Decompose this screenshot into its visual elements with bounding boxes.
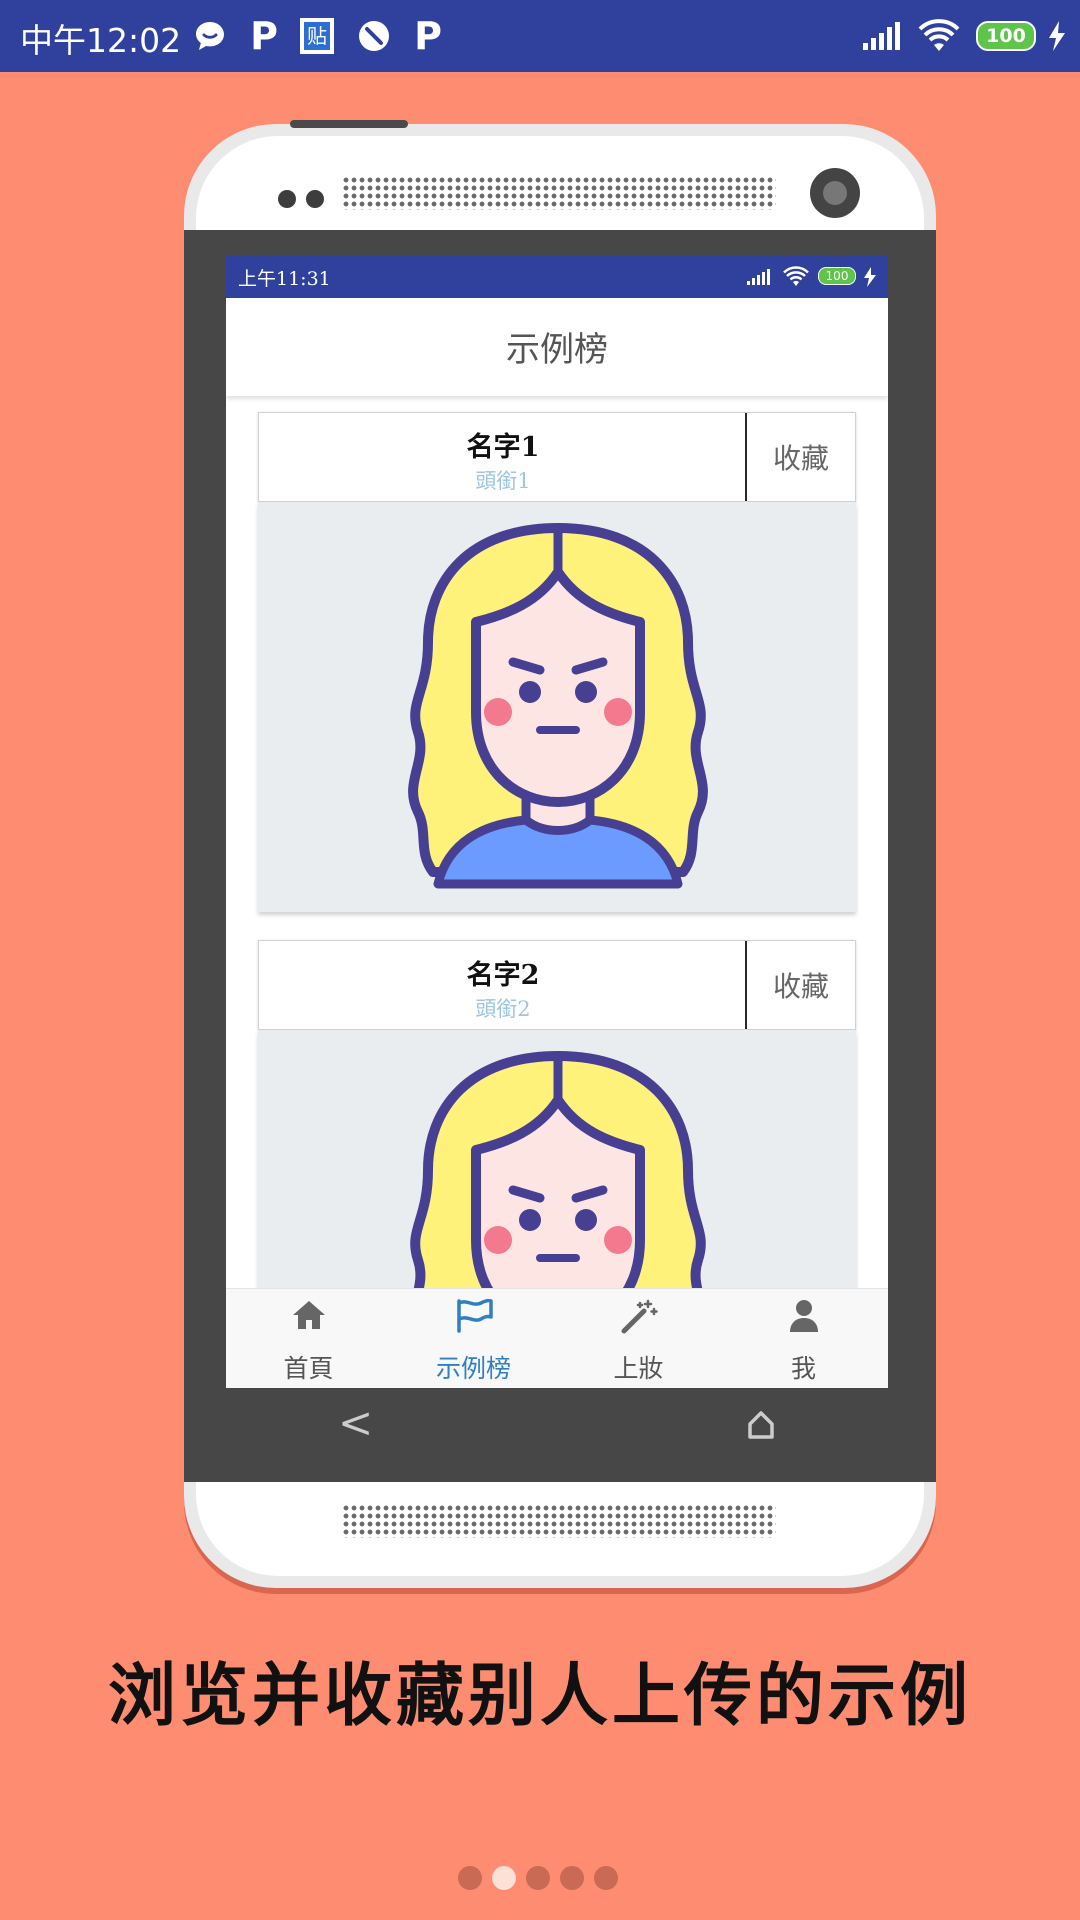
page-dot[interactable] — [526, 1866, 550, 1890]
battery-icon: 100 — [976, 14, 1036, 58]
signal-icon — [746, 268, 772, 290]
tieba-icon: 贴 — [298, 14, 336, 58]
status-time: 中午12:02 — [20, 21, 182, 60]
user-icon — [721, 1299, 886, 1339]
p-app-icon: P — [250, 14, 278, 58]
device-status-bar: 中午12:02 P 贴 P 100 — [0, 0, 1080, 72]
magic-wand-icon — [556, 1299, 721, 1339]
avatar-illustration — [408, 523, 708, 889]
signal-icon — [860, 14, 904, 58]
back-key[interactable]: < — [338, 1398, 373, 1447]
page-title: 示例榜 — [506, 330, 608, 370]
wifi-icon — [782, 266, 810, 292]
phone-screen: 上午11:31 100 示例榜 名字1 頭銜1 收藏 名字2 頭銜2 收藏 首頁… — [226, 256, 888, 1388]
navigation-keys: < — [226, 1388, 888, 1468]
card-header: 名字1 頭銜1 收藏 — [258, 412, 856, 502]
p-app-icon-2: P — [414, 14, 442, 58]
wifi-icon — [916, 14, 962, 58]
favorite-button[interactable]: 收藏 — [747, 941, 855, 1029]
app-header: 示例榜 — [226, 298, 888, 396]
sensor-dot — [306, 190, 324, 208]
charging-icon — [1044, 14, 1070, 58]
nav-item-examples[interactable]: 示例榜 — [391, 1289, 556, 1388]
top-speaker-grille — [342, 176, 776, 210]
page-indicator — [458, 1866, 618, 1892]
phone-top-button — [290, 120, 408, 128]
feature-caption: 浏览并收藏别人上传的示例 — [107, 1657, 972, 1736]
card-name: 名字1 — [466, 432, 540, 463]
sensor-dot — [278, 190, 296, 208]
page-dot[interactable] — [560, 1866, 584, 1890]
app-status-bar: 上午11:31 100 — [226, 256, 888, 298]
card-image[interactable] — [258, 502, 856, 912]
nav-label: 示例榜 — [435, 1354, 511, 1383]
nav-label: 首頁 — [283, 1354, 334, 1383]
bottom-speaker-grille — [342, 1504, 776, 1538]
card-subtitle: 頭銜1 — [475, 469, 531, 493]
nav-item-home[interactable]: 首頁 — [226, 1289, 391, 1388]
nav-label: 上妝 — [613, 1354, 664, 1383]
blocked-icon — [354, 14, 394, 58]
front-camera — [810, 168, 860, 218]
flag-icon — [391, 1299, 556, 1339]
tieba-glyph: 贴 — [304, 22, 330, 50]
card-subtitle: 頭銜2 — [475, 997, 531, 1021]
card-name: 名字2 — [466, 960, 540, 991]
home-icon — [226, 1299, 391, 1339]
nav-item-me[interactable]: 我 — [721, 1289, 886, 1388]
charging-icon — [862, 266, 878, 292]
example-card[interactable]: 名字1 頭銜1 收藏 — [258, 412, 856, 912]
battery-level: 100 — [976, 21, 1036, 51]
page-dot-active[interactable] — [492, 1866, 516, 1890]
battery-icon: 100 — [818, 267, 856, 285]
favorite-button[interactable]: 收藏 — [747, 413, 855, 501]
nav-item-makeup[interactable]: 上妝 — [556, 1289, 721, 1388]
nav-label: 我 — [790, 1354, 816, 1383]
chat-bubble-icon — [190, 14, 230, 58]
card-header: 名字2 頭銜2 收藏 — [258, 940, 856, 1030]
app-status-time: 上午11:31 — [238, 268, 331, 290]
page-dot[interactable] — [594, 1866, 618, 1890]
page-dot[interactable] — [458, 1866, 482, 1890]
home-outline-icon[interactable] — [746, 1410, 776, 1444]
bottom-navigation: 首頁 示例榜 上妝 我 — [226, 1288, 888, 1388]
